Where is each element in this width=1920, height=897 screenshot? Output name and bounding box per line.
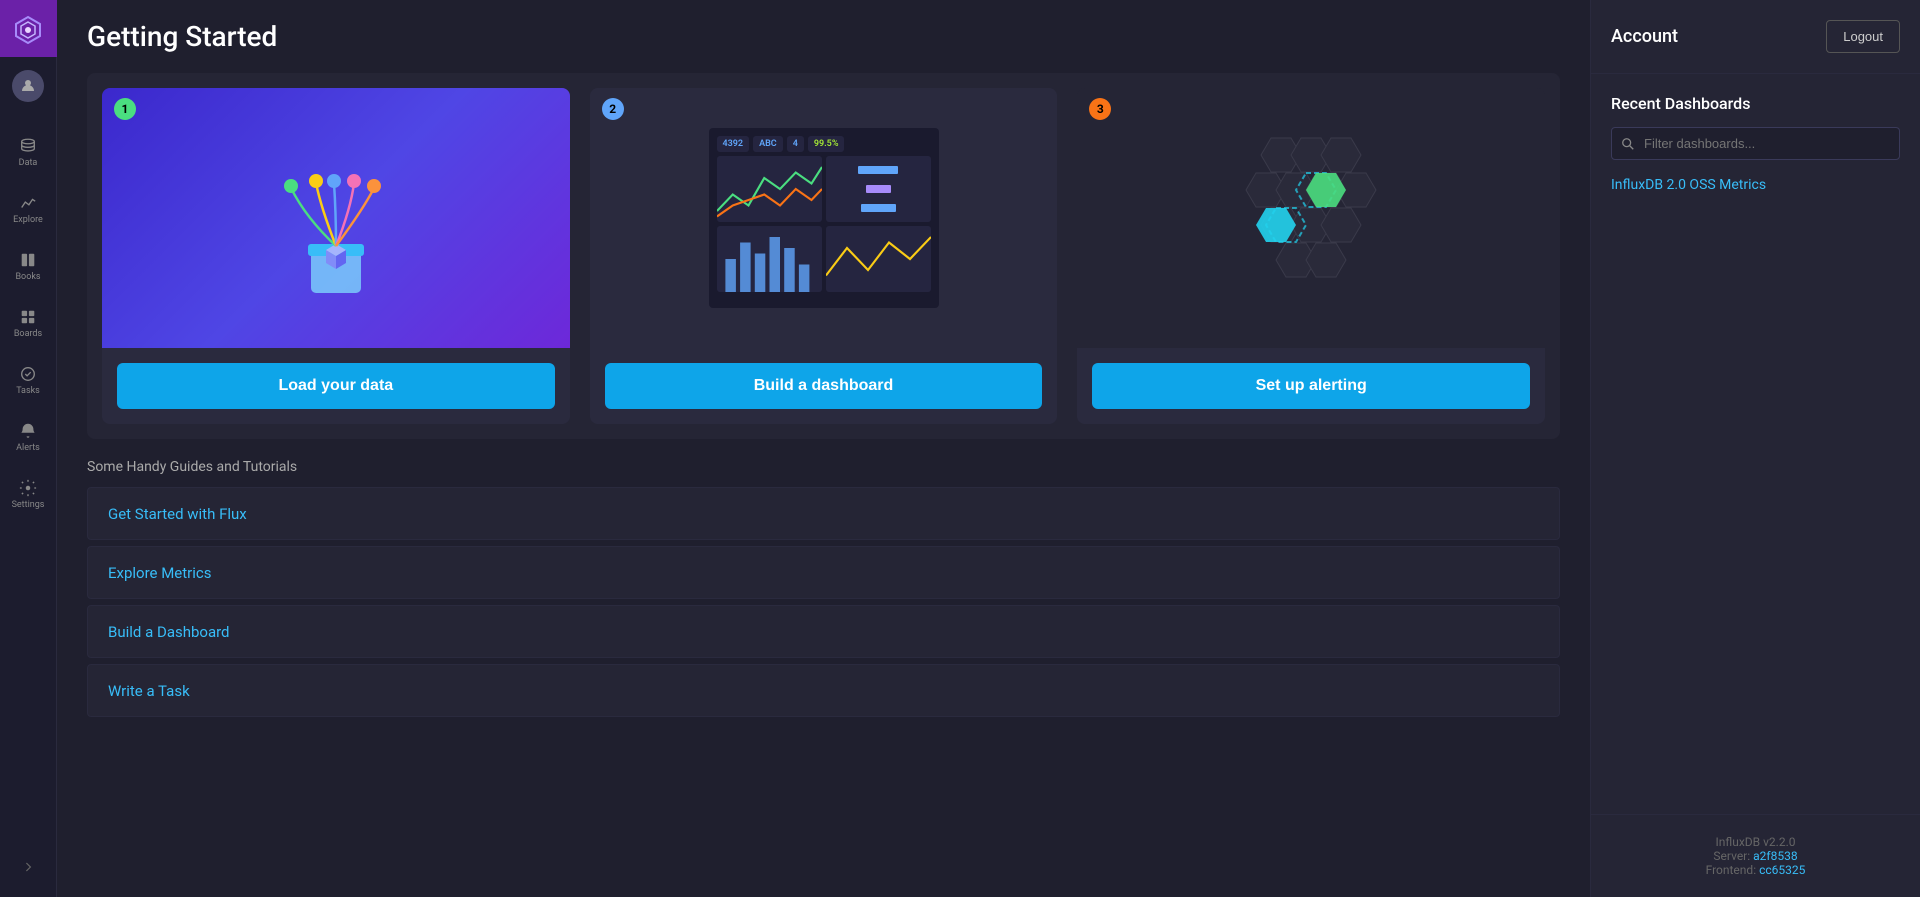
recent-dashboards-title: Recent Dashboards	[1611, 94, 1900, 113]
sidebar-item-alerts-label: Alerts	[16, 443, 40, 453]
build-dashboard-button[interactable]: Build a dashboard	[605, 363, 1043, 409]
account-section: Account Logout	[1591, 0, 1920, 74]
guides-section: Some Handy Guides and Tutorials Get Star…	[87, 459, 1560, 717]
alerting-card: 3	[1077, 88, 1545, 424]
panel-footer: InfluxDB v2.2.0 Server: a2f8538 Frontend…	[1591, 814, 1920, 897]
load-data-card: 1	[102, 88, 570, 424]
expand-sidebar-button[interactable]	[0, 847, 57, 887]
load-data-illustration	[256, 118, 416, 318]
main-content: Getting Started 1	[57, 0, 1590, 897]
sidebar-item-data[interactable]: Data	[0, 124, 57, 181]
frontend-hash[interactable]: cc65325	[1759, 863, 1805, 877]
load-data-visual: 1	[102, 88, 570, 348]
sidebar-nav: Data Explore Books Boards	[0, 114, 56, 847]
sidebar-item-explore[interactable]: Explore	[0, 181, 57, 238]
card-number-3: 3	[1089, 98, 1111, 120]
right-panel: Account Logout Recent Dashboards InfluxD…	[1590, 0, 1920, 897]
sidebar-item-explore-label: Explore	[13, 215, 43, 225]
page-title: Getting Started	[87, 20, 1560, 53]
recent-dashboard-link-oss[interactable]: InfluxDB 2.0 OSS Metrics	[1611, 177, 1766, 193]
content-area: 1	[57, 63, 1590, 897]
search-icon	[1621, 137, 1635, 151]
sidebar-item-boards[interactable]: Boards	[0, 295, 57, 352]
frontend-label: Frontend:	[1706, 863, 1757, 877]
filter-wrapper	[1611, 127, 1900, 160]
server-hash[interactable]: a2f8538	[1753, 849, 1797, 863]
guide-item-dashboard[interactable]: Build a Dashboard	[87, 605, 1560, 658]
sidebar-item-books-label: Books	[15, 272, 40, 282]
sidebar-bottom	[0, 847, 57, 897]
server-text: Server: a2f8538	[1611, 849, 1900, 863]
set-up-alerting-button[interactable]: Set up alerting	[1092, 363, 1530, 409]
guide-link-dashboard[interactable]: Build a Dashboard	[108, 623, 230, 641]
page-header: Getting Started	[57, 0, 1590, 63]
dash-stat-4: 99.5%	[808, 136, 845, 152]
card-number-1: 1	[114, 98, 136, 120]
build-dashboard-card: 2 4392 ABC 4 99.5%	[590, 88, 1058, 424]
frontend-text: Frontend: cc65325	[1611, 863, 1900, 877]
sidebar-item-alerts[interactable]: Alerts	[0, 409, 57, 466]
dash-stat-2: ABC	[753, 136, 783, 152]
card-number-2: 2	[602, 98, 624, 120]
account-header: Account Logout	[1611, 20, 1900, 53]
app-logo[interactable]	[0, 0, 57, 57]
filter-dashboards-input[interactable]	[1611, 127, 1900, 160]
sidebar-item-tasks[interactable]: Tasks	[0, 352, 57, 409]
user-avatar[interactable]	[0, 57, 57, 114]
sidebar-item-books[interactable]: Books	[0, 238, 57, 295]
sidebar-item-data-label: Data	[19, 158, 38, 168]
version-text: InfluxDB v2.2.0	[1611, 835, 1900, 849]
guides-title: Some Handy Guides and Tutorials	[87, 459, 1560, 475]
sidebar: Data Explore Books Boards	[0, 0, 57, 897]
guide-item-flux[interactable]: Get Started with Flux	[87, 487, 1560, 540]
build-dashboard-visual: 2 4392 ABC 4 99.5%	[590, 88, 1058, 348]
guide-item-metrics[interactable]: Explore Metrics	[87, 546, 1560, 599]
guide-link-flux[interactable]: Get Started with Flux	[108, 505, 247, 523]
recent-dashboards-section: Recent Dashboards InfluxDB 2.0 OSS Metri…	[1591, 74, 1920, 814]
guide-link-task[interactable]: Write a Task	[108, 682, 190, 700]
dash-stat-1: 4392	[717, 136, 750, 152]
dash-stat-3: 4	[787, 136, 804, 152]
guide-link-metrics[interactable]: Explore Metrics	[108, 564, 212, 582]
getting-started-cards: 1	[87, 73, 1560, 439]
sidebar-item-settings-label: Settings	[12, 500, 45, 510]
load-data-btn-wrapper: Load your data	[102, 348, 570, 424]
server-label: Server:	[1713, 849, 1750, 863]
account-title: Account	[1611, 26, 1678, 47]
sidebar-item-tasks-label: Tasks	[16, 386, 40, 396]
logout-button[interactable]: Logout	[1826, 20, 1900, 53]
sidebar-item-boards-label: Boards	[14, 329, 42, 339]
alerting-illustration	[1211, 118, 1411, 318]
sidebar-item-settings[interactable]: Settings	[0, 466, 57, 523]
guide-item-task[interactable]: Write a Task	[87, 664, 1560, 717]
load-data-button[interactable]: Load your data	[117, 363, 555, 409]
build-dashboard-btn-wrapper: Build a dashboard	[590, 348, 1058, 424]
set-up-alerting-btn-wrapper: Set up alerting	[1077, 348, 1545, 424]
alerting-visual: 3	[1077, 88, 1545, 348]
